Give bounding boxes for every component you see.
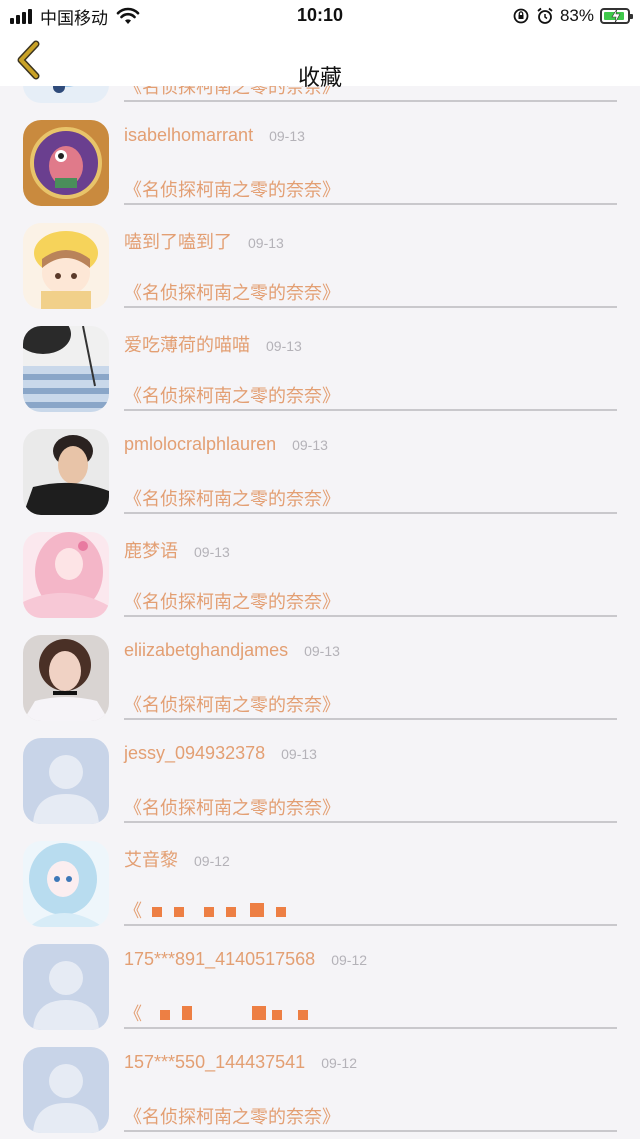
favorite-date: 09-13 [248,235,284,251]
favorite-date: 09-13 [304,643,340,659]
divider [124,924,617,926]
avatar[interactable] [23,635,109,721]
username[interactable]: 嗑到了嗑到了 09-13 [124,228,284,254]
back-button[interactable] [10,38,50,82]
list-item[interactable]: pmlolocralphlauren 09-13 《名侦探柯南之零的奈奈》 [0,412,640,515]
favorite-date: 09-12 [321,1055,357,1071]
username[interactable]: isabelhomarrant 09-13 [124,125,305,146]
list-item[interactable]: 175***891_4140517568 09-12 《 [0,927,640,1030]
username[interactable]: eliizabetghandjames 09-13 [124,640,340,661]
list-item[interactable]: 157***550_144437541 09-12 《名侦探柯南之零的奈奈》 [0,1030,640,1133]
default-avatar-icon [23,1047,109,1133]
username[interactable]: 艾音黎 09-12 [124,846,230,872]
avatar[interactable] [23,429,109,515]
avatar[interactable] [23,841,109,927]
favorite-title[interactable]: 《名侦探柯南之零的奈奈》 [124,485,340,511]
cellular-signal-icon [10,8,34,24]
navigation-bar: 收藏 [0,32,640,90]
favorite-title[interactable]: 《名侦探柯南之零的奈奈》 [124,794,340,820]
favorite-date: 09-13 [281,746,317,762]
list-item[interactable]: 《名侦探柯南之零的奈奈》 [0,86,640,103]
avatar[interactable] [23,532,109,618]
favorite-date: 09-13 [292,437,328,453]
favorite-title[interactable]: 《名侦探柯南之零的奈奈》 [124,691,340,717]
avatar[interactable] [23,738,109,824]
divider [124,409,617,411]
username[interactable]: pmlolocralphlauren 09-13 [124,434,328,455]
favorite-title[interactable]: 《名侦探柯南之零的奈奈》 [124,86,340,99]
favorite-date: 09-13 [194,544,230,560]
status-left: 中国移动 [10,5,140,28]
list-item[interactable]: 爱吃薄荷的喵喵 09-13 《名侦探柯南之零的奈奈》 [0,309,640,412]
list-item[interactable]: eliizabetghandjames 09-13 《名侦探柯南之零的奈奈》 [0,618,640,721]
divider [124,203,617,205]
rotation-lock-icon [513,8,529,24]
favorite-title[interactable]: 《名侦探柯南之零的奈奈》 [124,176,340,202]
favorite-title[interactable]: 《名侦探柯南之零的奈奈》 [124,1103,340,1129]
wifi-icon [116,7,140,24]
favorite-title[interactable]: 《名侦探柯南之零的奈奈》 [124,588,340,614]
list-item[interactable]: isabelhomarrant 09-13 《名侦探柯南之零的奈奈》 [0,103,640,206]
list-item[interactable]: jessy_094932378 09-13 《名侦探柯南之零的奈奈》 [0,721,640,824]
list-item[interactable]: 嗑到了嗑到了 09-13 《名侦探柯南之零的奈奈》 [0,206,640,309]
status-bar: 中国移动 10:10 83% [0,0,640,32]
divider [124,306,617,308]
favorite-title[interactable]: 《 [124,897,286,923]
default-avatar-icon [23,738,109,824]
list-item[interactable]: 鹿梦语 09-13 《名侦探柯南之零的奈奈》 [0,515,640,618]
username[interactable]: 157***550_144437541 09-12 [124,1052,357,1073]
favorite-date: 09-12 [331,952,368,968]
avatar[interactable] [23,944,109,1030]
avatar[interactable] [23,1047,109,1133]
status-right: 83% [512,5,633,27]
default-avatar-icon [23,944,109,1030]
carrier-name: 中国移动 [40,8,108,28]
favorite-date: 09-12 [194,853,230,869]
alarm-icon [537,7,553,24]
favorite-title[interactable]: 《 [124,1000,308,1026]
divider [124,512,617,514]
username[interactable]: 175***891_4140517568 09-12 [124,949,367,970]
divider [124,1027,617,1029]
favorites-list[interactable]: 《名侦探柯南之零的奈奈》 isabelhomarrant 09-13 《名侦探柯南… [0,86,640,1139]
favorite-date: 09-13 [266,338,302,354]
divider [124,821,617,823]
avatar[interactable] [23,326,109,412]
username[interactable]: 鹿梦语 09-13 [124,537,230,563]
divider [124,615,617,617]
avatar[interactable] [23,223,109,309]
divider [124,100,617,102]
divider [124,718,617,720]
username[interactable]: jessy_094932378 09-13 [124,743,317,764]
favorite-title[interactable]: 《名侦探柯南之零的奈奈》 [124,382,340,408]
chevron-left-icon [17,40,40,80]
battery-percent: 83% [559,6,594,25]
favorite-title[interactable]: 《名侦探柯南之零的奈奈》 [124,279,340,305]
list-item[interactable]: 艾音黎 09-12 《 [0,824,640,927]
divider [124,1130,617,1132]
username[interactable]: 爱吃薄荷的喵喵 09-13 [124,331,302,357]
avatar[interactable] [23,86,109,103]
avatar[interactable] [23,120,109,206]
favorite-date: 09-13 [269,128,305,144]
battery-icon [600,8,633,24]
